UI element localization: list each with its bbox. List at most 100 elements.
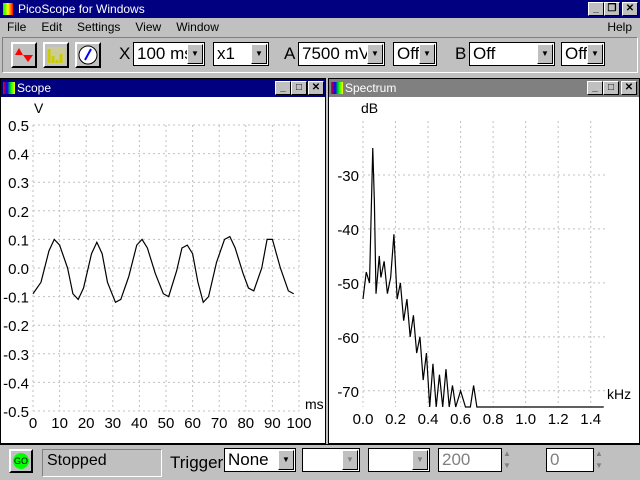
scope-view-button[interactable] xyxy=(11,42,37,68)
chevron-down-icon[interactable]: ▼ xyxy=(412,450,428,470)
x-tick-label: 40 xyxy=(131,415,148,432)
scope-maximize-button[interactable]: □ xyxy=(291,81,307,95)
chevron-down-icon[interactable]: ▼ xyxy=(251,44,267,64)
y-tick-label: -30 xyxy=(337,168,359,185)
x-label: X xyxy=(119,44,131,63)
y-tick-label: -0.5 xyxy=(3,404,29,421)
scope-minimize-button[interactable]: _ xyxy=(275,81,291,95)
y-tick-label: 0.5 xyxy=(8,118,29,135)
b-label: B xyxy=(455,44,467,63)
x-tick-label: 1.4 xyxy=(580,411,601,428)
trigger-mode-select[interactable]: None ▼ xyxy=(224,448,296,472)
y-axis-unit: V xyxy=(34,100,44,116)
x-tick-label: 50 xyxy=(158,415,175,432)
chevron-down-icon[interactable]: ▼ xyxy=(187,44,203,64)
scope-window: Scope _ □ ✕ 0 10 20 30 40 50 60 70 80 90 100 0.5 0.4… xyxy=(0,78,326,444)
data-series-line xyxy=(32,235,294,304)
trigger-delay-value: 0 xyxy=(550,450,560,469)
x-tick-label: 0.4 xyxy=(418,411,439,428)
chevron-down-icon[interactable]: ▼ xyxy=(342,450,358,470)
scope-close-button[interactable]: ✕ xyxy=(308,81,324,95)
spectrum-window-icon xyxy=(331,82,343,94)
x-tick-label: 100 xyxy=(286,415,311,432)
y-tick-label: -40 xyxy=(337,222,359,239)
x-tick-label: 20 xyxy=(78,415,95,432)
y-tick-label: 0.4 xyxy=(8,147,29,164)
b-range-value: Off xyxy=(473,44,496,63)
spectrum-title-bar: Spectrum _ □ ✕ xyxy=(329,79,639,97)
trigger-level-spinner[interactable]: ▲ ▼ xyxy=(503,448,515,472)
x-tick-label: 1.2 xyxy=(548,411,569,428)
trigger-channel-select[interactable]: ▼ xyxy=(302,448,360,472)
a-coupling-value: Off xyxy=(397,44,420,63)
scope-window-icon xyxy=(3,82,15,94)
trigger-level-value: 200 xyxy=(442,450,471,469)
title-bar: PicoScope for Windows _ ❐ ✕ xyxy=(0,0,640,18)
menu-file[interactable]: File xyxy=(7,20,26,34)
chevron-down-icon[interactable]: ▼ xyxy=(587,44,603,64)
restore-button[interactable]: ❐ xyxy=(604,2,620,16)
multiplier-select[interactable]: x1 ▼ xyxy=(213,42,269,66)
y-tick-label: -0.3 xyxy=(3,347,29,364)
x-tick-label: 30 xyxy=(104,415,121,432)
spectrum-maximize-button[interactable]: □ xyxy=(603,81,619,95)
chevron-down-icon[interactable]: ▼ xyxy=(278,450,294,470)
trigger-delay-spinner[interactable]: ▲ ▼ xyxy=(595,448,607,472)
x-axis-unit: ms xyxy=(305,396,324,412)
y-tick-label: -70 xyxy=(337,384,359,401)
x-tick-label: 0 xyxy=(29,415,37,432)
y-tick-label: 0.2 xyxy=(8,204,29,221)
trigger-direction-select[interactable]: ▼ xyxy=(368,448,430,472)
timebase-value: 100 ms xyxy=(137,44,193,63)
menu-bar: File Edit Settings View Window Help xyxy=(0,18,640,36)
close-button[interactable]: ✕ xyxy=(622,2,638,16)
chevron-down-icon[interactable]: ▼ xyxy=(367,44,383,64)
menu-window[interactable]: Window xyxy=(176,20,219,34)
app-icon xyxy=(3,3,13,15)
spectrum-minimize-button[interactable]: _ xyxy=(587,81,603,95)
x-tick-label: 60 xyxy=(184,415,201,432)
scope-title: Scope xyxy=(17,81,52,95)
minimize-button[interactable]: _ xyxy=(588,2,604,16)
channel-a-range-select[interactable]: 7500 mV ▼ xyxy=(298,42,385,66)
x-tick-label: 70 xyxy=(211,415,228,432)
y-tick-label: -0.4 xyxy=(3,375,29,392)
spectrum-chart: 0.0 0.2 0.4 0.6 0.8 1.0 1.2 1.4 -30 -40 -50 -60 -70 d… xyxy=(337,100,631,428)
x-tick-label: 0.0 xyxy=(353,411,374,428)
meter-view-button[interactable] xyxy=(75,42,101,68)
meter-dial-icon xyxy=(78,45,98,65)
y-tick-label: 0.0 xyxy=(8,261,29,278)
trigger-delay-input[interactable]: 0 xyxy=(546,448,594,472)
menu-help[interactable]: Help xyxy=(607,20,632,34)
go-button[interactable]: GO xyxy=(9,449,33,473)
channel-a-coupling-select[interactable]: Off ▼ xyxy=(393,42,437,66)
menu-settings[interactable]: Settings xyxy=(77,20,120,34)
x-tick-label: 0.2 xyxy=(385,411,406,428)
chevron-down-icon[interactable]: ▼ xyxy=(537,44,553,64)
spectrum-bars-icon xyxy=(47,47,65,64)
status-display: Stopped xyxy=(42,449,162,477)
scope-title-bar: Scope _ □ ✕ xyxy=(1,79,325,97)
x-tick-label: 10 xyxy=(51,415,68,432)
timebase-select[interactable]: 100 ms ▼ xyxy=(133,42,205,66)
y-tick-label: -60 xyxy=(337,330,359,347)
spectrum-close-button[interactable]: ✕ xyxy=(621,81,637,95)
x-tick-label: 90 xyxy=(264,415,281,432)
y-tick-label: 0.1 xyxy=(8,232,29,249)
x-axis-unit: kHz xyxy=(607,386,631,402)
trigger-label: Trigger xyxy=(170,453,224,472)
channel-b-range-select[interactable]: Off ▼ xyxy=(469,42,555,66)
y-tick-label: -50 xyxy=(337,276,359,293)
x-tick-label: 1.0 xyxy=(515,411,536,428)
spectrum-window: Spectrum _ □ ✕ 0.0 0.2 0.4 0.6 0.8 1.0 1.2 1.4 -… xyxy=(328,78,640,444)
channel-b-coupling-select[interactable]: Off ▼ xyxy=(561,42,605,66)
spectrum-view-button[interactable] xyxy=(43,42,69,68)
a-label: A xyxy=(284,44,296,63)
menu-edit[interactable]: Edit xyxy=(41,20,62,34)
trigger-level-input[interactable]: 200 xyxy=(438,448,502,472)
trigger-mode-value: None xyxy=(228,450,269,469)
y-tick-label: 0.3 xyxy=(8,175,29,192)
app-title: PicoScope for Windows xyxy=(18,2,145,16)
chevron-down-icon[interactable]: ▼ xyxy=(419,44,435,64)
menu-view[interactable]: View xyxy=(135,20,161,34)
